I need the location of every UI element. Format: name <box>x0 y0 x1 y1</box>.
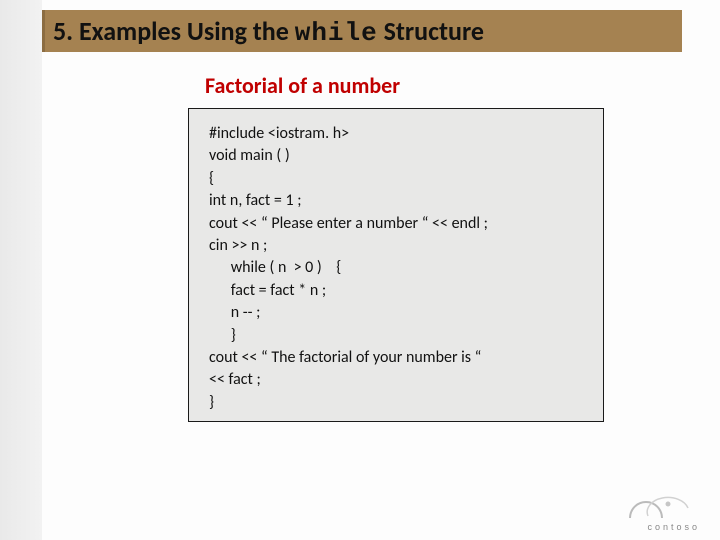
code-line: #include <iostram. h> <box>209 123 587 145</box>
code-line: << fact ; <box>209 369 587 391</box>
code-line: } <box>209 325 587 347</box>
code-line: } <box>209 392 587 414</box>
code-line: int n, fact = 1 ; <box>209 190 587 212</box>
contoso-logo-icon <box>610 486 700 526</box>
code-box: #include <iostram. h> void main ( ) { in… <box>188 108 604 422</box>
code-line: void main ( ) <box>209 145 587 167</box>
code-line: cout << “ Please enter a number “ << end… <box>209 213 587 235</box>
code-line: while ( n > 0 ) { <box>209 257 587 279</box>
title-bar: 5. Examples Using the while Structure <box>42 10 682 52</box>
logo-text: contoso <box>647 522 700 532</box>
subtitle: Factorial of a number <box>205 72 400 99</box>
code-line: cin >> n ; <box>209 235 587 257</box>
slide-title: 5. Examples Using the while Structure <box>53 15 484 48</box>
title-prefix: 5. Examples Using the <box>53 15 295 47</box>
code-line: n -- ; <box>209 302 587 324</box>
left-accent-stripe <box>0 0 42 540</box>
title-suffix: Structure <box>378 15 484 47</box>
title-mono: while <box>295 18 378 48</box>
code-line: fact = fact * n ; <box>209 280 587 302</box>
code-line: { <box>209 168 587 190</box>
code-line: cout << “ The factorial of your number i… <box>209 347 587 369</box>
